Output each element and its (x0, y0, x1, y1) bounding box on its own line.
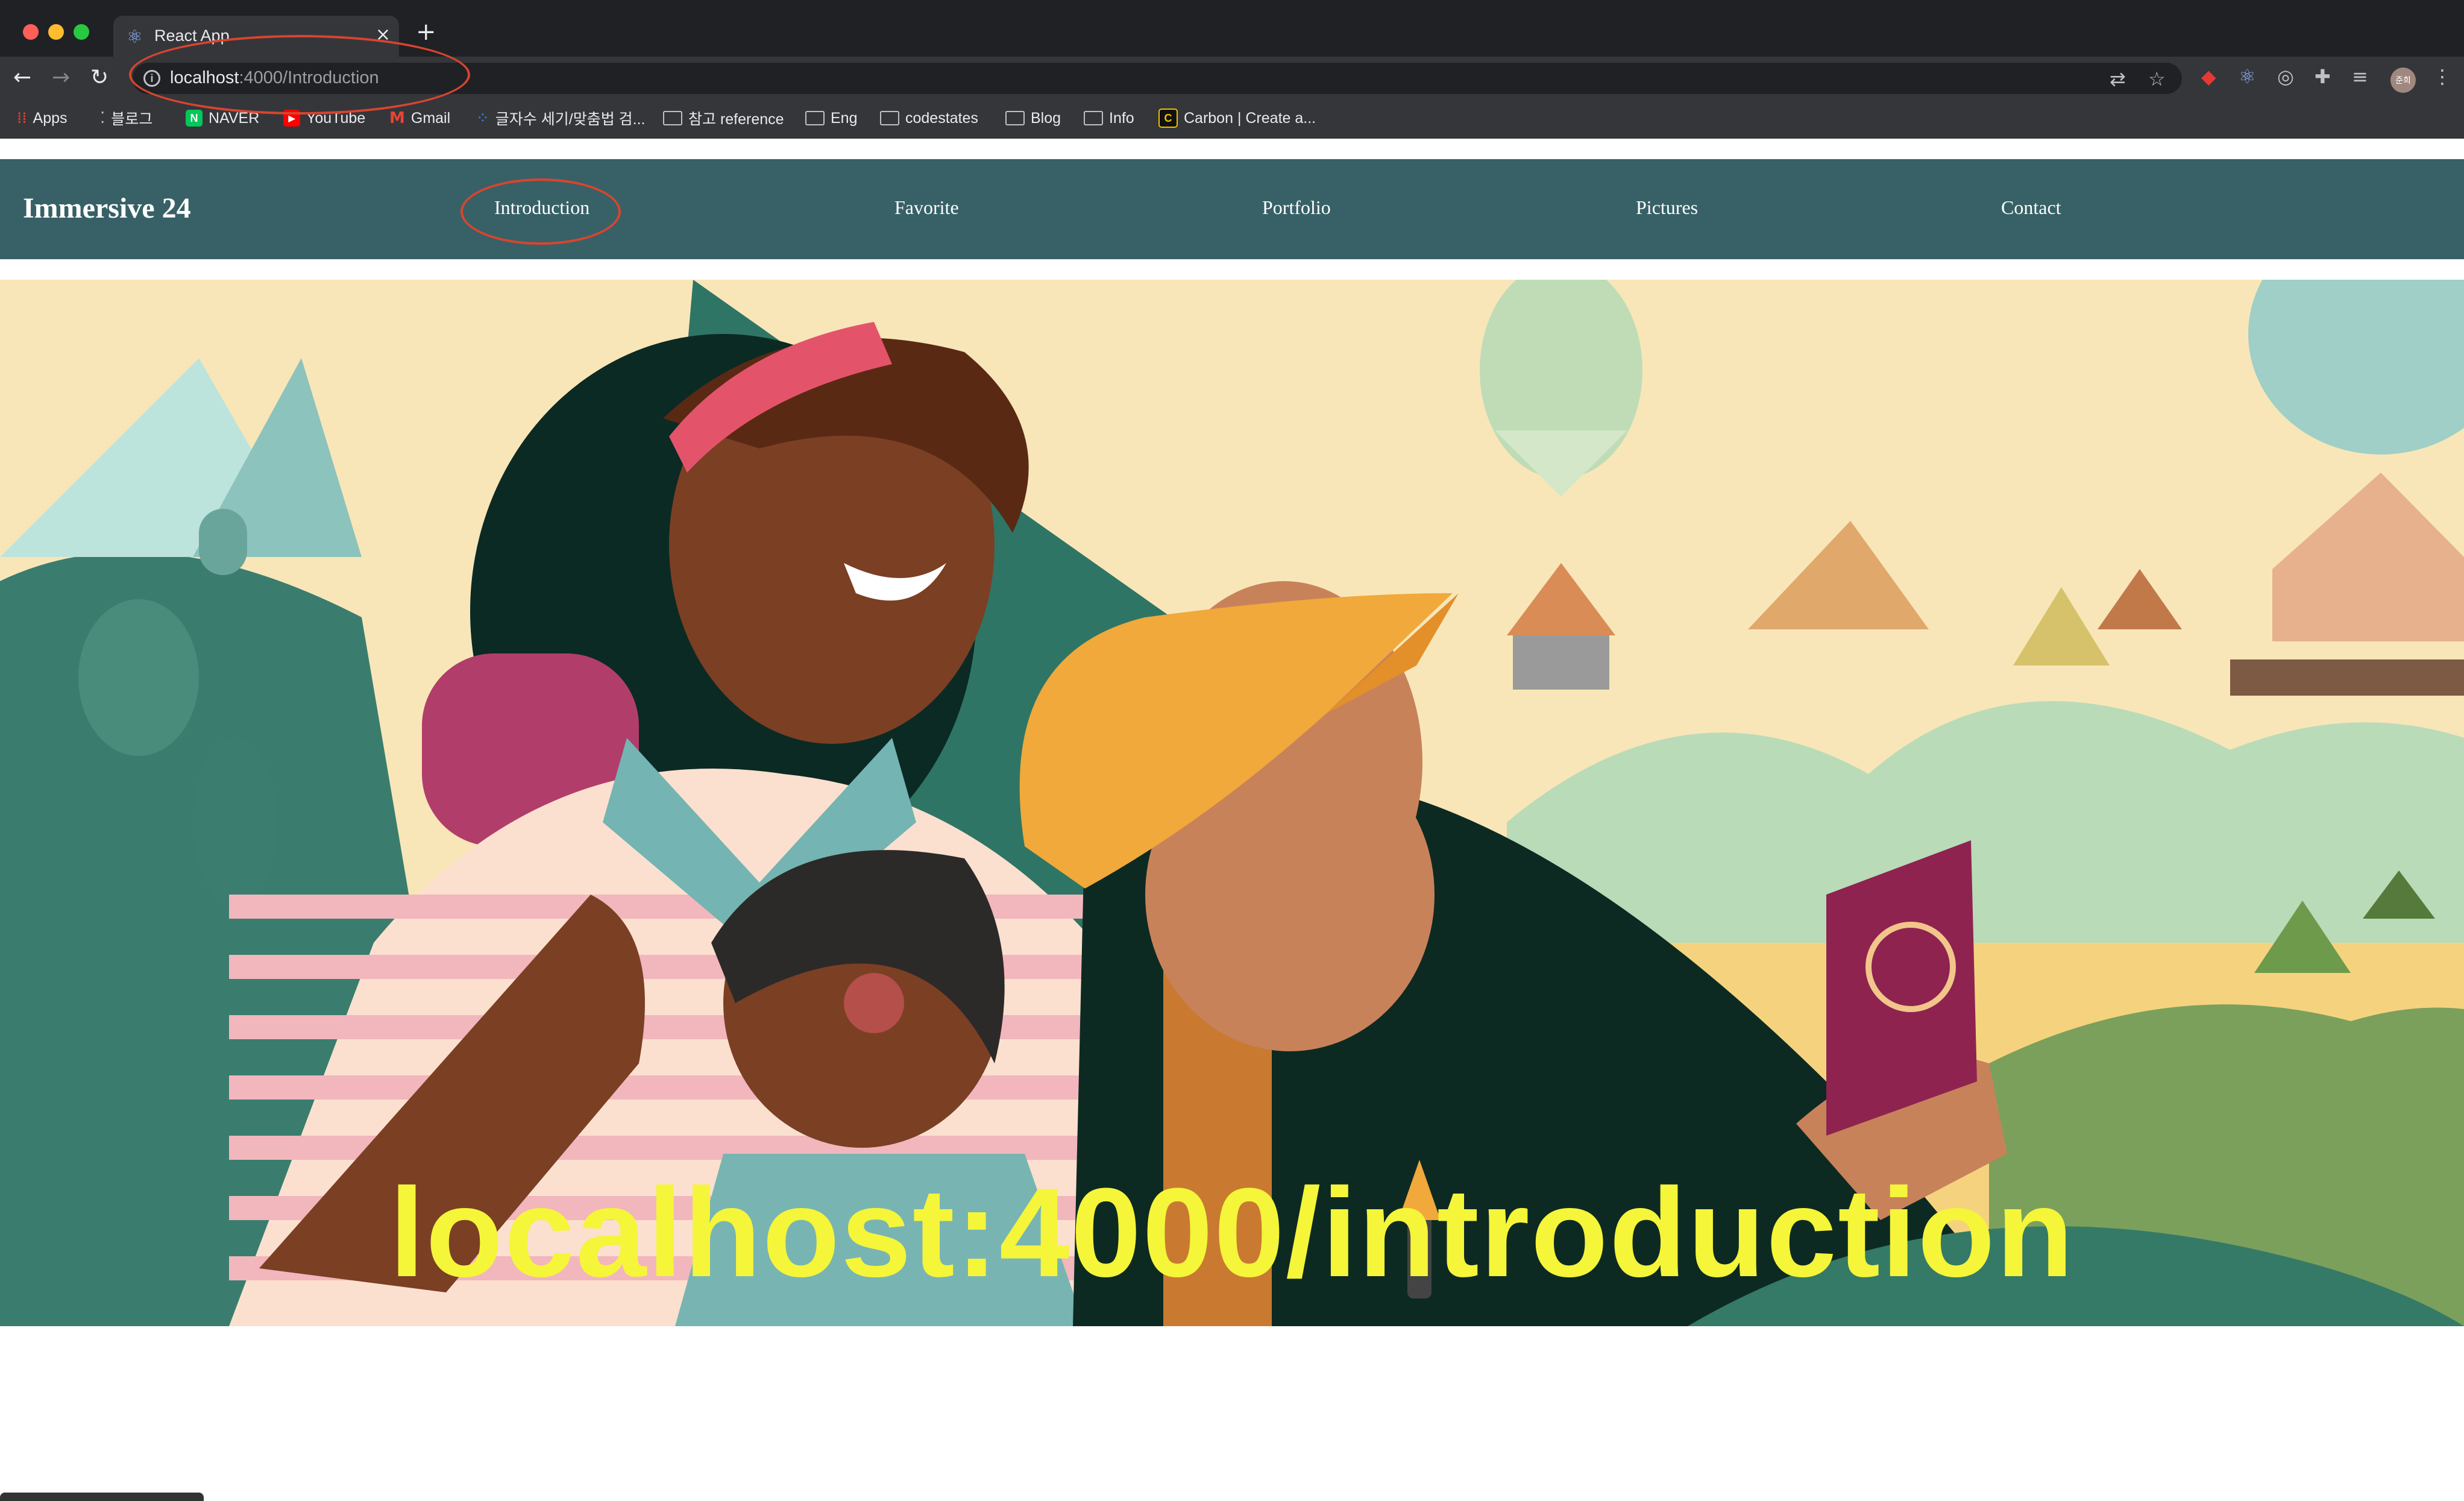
bookmark-label: Carbon | Create a... (1184, 109, 1316, 127)
nav-link-introduction[interactable]: Introduction (494, 197, 589, 219)
bookmark-label: 블로그 (111, 111, 153, 128)
react-devtools-icon[interactable]: ⚛ (2239, 65, 2256, 88)
bottom-scroll-indicator (0, 1493, 204, 1501)
folder-icon (805, 111, 825, 125)
bookmark-label: Info (1109, 109, 1134, 127)
bookmark-label: Eng (831, 109, 858, 127)
bookmark-carbon[interactable]: C Carbon | Create a... (1158, 106, 1316, 130)
back-icon[interactable]: ← (13, 65, 31, 90)
blog-icon: ⁚ (100, 109, 105, 127)
folder-icon (1084, 111, 1103, 125)
bookmark-apps[interactable]: ⁞⁞ Apps (17, 106, 68, 130)
bookmark-label: YouTube (306, 109, 366, 127)
close-window-button[interactable] (23, 24, 39, 40)
bookmarks-bar: ⁞⁞ Apps ⁚ 블로그 N NAVER ▶ YouTube M Gmail ⁘ 글자수 … (0, 99, 2464, 139)
nav-link-favorite[interactable]: Favorite (894, 197, 959, 219)
bookmark-label: codestates (905, 109, 978, 127)
youtube-icon: ▶ (283, 110, 300, 127)
minimize-window-button[interactable] (48, 24, 64, 40)
bookmark-label: NAVER (209, 109, 260, 127)
browser-toolbar: ← → ↻ i localhost:4000/Introduction ⇄ ☆ (0, 57, 2464, 99)
browser-tab[interactable]: ⚛ React App × (113, 16, 399, 57)
media-queue-icon[interactable]: ≡ (2352, 65, 2368, 88)
url-host: localhost (170, 68, 239, 87)
url-path: :4000/Introduction (239, 68, 379, 87)
overlay-url-caption: localhost:4000/introduction (389, 1162, 2075, 1303)
url-text: localhost:4000/Introduction (170, 68, 379, 88)
new-tab-button[interactable]: + (416, 18, 436, 46)
site-brand[interactable]: Immersive 24 (23, 192, 191, 225)
react-icon: ⚛ (127, 27, 143, 48)
bookmark-eng[interactable]: Eng (805, 106, 857, 130)
folder-icon (1005, 111, 1025, 125)
naver-icon: N (186, 110, 203, 127)
bookmark-info[interactable]: Info (1084, 106, 1134, 130)
reload-icon[interactable]: ↻ (90, 65, 108, 90)
folder-icon (880, 111, 899, 125)
bookmark-label: 참고 reference (688, 111, 784, 128)
nav-link-pictures[interactable]: Pictures (1636, 197, 1698, 219)
tab-title: React App (154, 27, 230, 45)
bookmark-youtube[interactable]: ▶ YouTube (283, 106, 365, 130)
tab-close-icon[interactable]: × (376, 24, 391, 45)
avatar[interactable]: 준희 (2390, 68, 2416, 93)
bookmark-label: Apps (33, 109, 68, 127)
bookmark-star-icon[interactable]: ☆ (2148, 68, 2166, 90)
apps-grid-icon: ⁞⁞ (17, 109, 27, 127)
translate-icon[interactable]: ⇄ (2110, 68, 2126, 90)
bookmark-gmail[interactable]: M Gmail (389, 106, 450, 130)
bookmark-label: Gmail (410, 109, 451, 127)
web-page: Immersive 24 Introduction Favorite Portf… (0, 139, 2464, 1501)
browser-tab-strip: ⚛ React App × + (0, 0, 2464, 57)
gmail-icon: M (389, 109, 405, 127)
bookmark-blog-kr[interactable]: ⁚ 블로그 (100, 106, 152, 130)
site-navbar: Immersive 24 Introduction Favorite Portf… (0, 159, 2464, 259)
extensions-puzzle-icon[interactable]: ✚ (2315, 65, 2331, 88)
bookmark-codestates[interactable]: codestates (880, 106, 978, 130)
menu-kebab-icon[interactable]: ⋮ (2433, 65, 2452, 88)
folder-icon (663, 111, 682, 125)
bookmark-label: 글자수 세기/맞춤법 검... (495, 111, 646, 128)
bookmark-blog[interactable]: Blog (1005, 106, 1061, 130)
hero-illustration: localhost:4000/introduction (0, 280, 2464, 1326)
zoom-window-button[interactable] (74, 24, 89, 40)
bookmark-label: Blog (1031, 109, 1061, 127)
nav-link-portfolio[interactable]: Portfolio (1262, 197, 1331, 219)
address-bar[interactable]: i localhost:4000/Introduction ⇄ ☆ (133, 63, 2182, 94)
bookmark-spellcheck[interactable]: ⁘ 글자수 세기/맞춤법 검... (476, 106, 645, 130)
bookmark-reference[interactable]: 참고 reference (663, 106, 784, 130)
carbon-icon: C (1158, 109, 1178, 128)
info-icon[interactable]: i (143, 70, 160, 87)
bookmark-naver[interactable]: N NAVER (186, 106, 259, 130)
nav-link-contact[interactable]: Contact (2001, 197, 2061, 219)
forward-icon[interactable]: → (52, 65, 70, 90)
dots-icon: ⁘ (476, 109, 489, 127)
extension-red-icon[interactable]: ◆ (2201, 65, 2216, 88)
extension-circle-icon[interactable]: ◎ (2277, 65, 2294, 88)
